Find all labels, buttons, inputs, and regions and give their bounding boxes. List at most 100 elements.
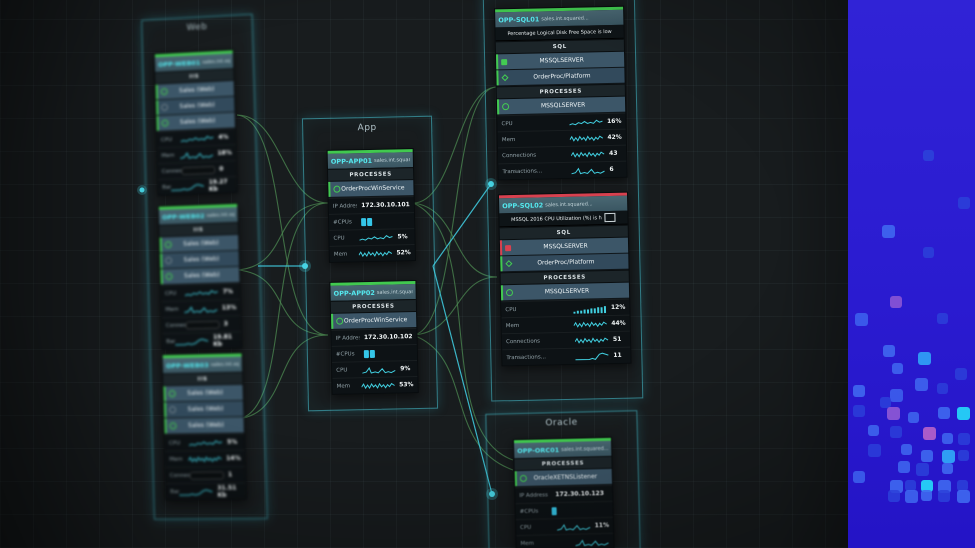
- process-row[interactable]: OrderProcWinService: [331, 312, 416, 329]
- node-domain: sales.int.squared...: [211, 361, 239, 368]
- group-app[interactable]: App OPP-APP01sales.int.squared... PROCES…: [302, 116, 438, 412]
- stat-transactions: Transactions...6: [498, 161, 626, 180]
- node-opp-sql01[interactable]: OPP-SQL01sales.int.squared... Percentage…: [494, 6, 628, 181]
- process-row[interactable]: MSSQLSERVER: [501, 283, 629, 301]
- stat-connections: Connections3: [162, 315, 241, 333]
- group-web[interactable]: Web OPP-WEB01sales.int.squared... IIS Sa…: [141, 14, 268, 520]
- decor-pixel: [868, 444, 881, 457]
- decor-pixel: [958, 433, 970, 445]
- group-app-label: App: [303, 122, 431, 135]
- node-opp-sql02[interactable]: OPP-SQL02sales.int.squared... MSSQL 2016…: [498, 192, 632, 367]
- stat-mem: Mem: [516, 533, 613, 548]
- stat-bandwidth: Bandwidth31.51 Kb: [166, 482, 246, 499]
- decor-pixel: [890, 296, 902, 308]
- sql-instance-row[interactable]: MSSQLSERVER: [500, 238, 628, 256]
- sql-platform-row[interactable]: OrderProc/Platform: [500, 254, 628, 272]
- decor-pixel: [892, 363, 903, 374]
- sparkline: [571, 165, 605, 176]
- stat-cpu: CPU5%: [165, 433, 245, 450]
- decor-pixel: [938, 407, 950, 419]
- decor-pixel: [937, 383, 948, 394]
- node-domain: sales.int.squared...: [545, 201, 593, 208]
- sparkline: [175, 336, 209, 347]
- process-row[interactable]: Sales (Web): [160, 251, 239, 268]
- node-name: OPP-WEB02: [162, 212, 205, 221]
- decor-pixel: [882, 225, 895, 238]
- sparkline: [557, 521, 591, 532]
- decor-pixel: [955, 368, 967, 380]
- sparkline: [181, 133, 215, 144]
- node-name: OPP-SQL01: [498, 15, 539, 24]
- decor-pixel: [957, 490, 970, 503]
- empty-bar: [181, 165, 215, 174]
- stat-mem: Mem53%: [332, 376, 417, 394]
- stat-mem: Mem14%: [165, 450, 245, 467]
- process-row[interactable]: Sales (Web): [160, 235, 239, 253]
- decor-pixel: [888, 490, 900, 502]
- process-row[interactable]: OrderProcWinService: [328, 180, 413, 197]
- process-row[interactable]: Sales (Web): [164, 417, 244, 433]
- node-name: OPP-WEB01: [158, 58, 200, 68]
- process-row[interactable]: OracleXETNSListener: [515, 469, 612, 486]
- decor-pixel: [890, 389, 903, 402]
- process-row[interactable]: Sales (Web): [164, 401, 244, 418]
- decor-pixel: [908, 412, 919, 423]
- stat-cpu-count: #CPUs: [332, 344, 417, 362]
- node-domain: sales.int.squared...: [541, 15, 589, 22]
- stat-ip-address: IP Address172.30.10.102: [331, 328, 416, 346]
- decor-pixel: [855, 313, 868, 326]
- sparkline: [575, 335, 609, 346]
- decor-pixel: [942, 433, 953, 444]
- decor-pixel: [923, 150, 934, 161]
- decor-pixel: [942, 450, 955, 463]
- node-domain: sales.int.squared...: [206, 212, 234, 219]
- node-opp-web03[interactable]: OPP-WEB03sales.int.squared... IIS Sales …: [162, 352, 247, 500]
- node-domain: sales.int.squared...: [561, 445, 608, 452]
- empty-bar: [186, 320, 220, 329]
- sql-platform-row[interactable]: OrderProc/Platform: [496, 68, 624, 86]
- node-opp-app01[interactable]: OPP-APP01sales.int.squared... PROCESSES …: [327, 148, 416, 263]
- cpu-count-bar: [552, 507, 557, 515]
- decor-pixel: [901, 444, 912, 455]
- cpu-count-bar: [361, 217, 372, 225]
- sparkline: [571, 149, 605, 160]
- decor-pixel: [883, 345, 895, 357]
- node-name: OPP-APP02: [334, 288, 375, 297]
- sparkline: [575, 536, 609, 547]
- group-oracle[interactable]: Oracle OPP-ORC01sales.int.squared... PRO…: [485, 410, 640, 548]
- decor-pixel-panel: [848, 0, 975, 548]
- node-opp-web01[interactable]: OPP-WEB01sales.int.squared... IIS Sales …: [154, 49, 238, 196]
- decor-pixel: [868, 425, 879, 436]
- sparkline: [573, 319, 607, 330]
- sparkline: [358, 248, 392, 259]
- node-opp-app02[interactable]: OPP-APP02sales.int.squared... PROCESSES …: [329, 280, 418, 395]
- node-name: OPP-ORC01: [517, 446, 559, 455]
- process-row[interactable]: MSSQLSERVER: [497, 97, 625, 115]
- stat-mem: Mem52%: [330, 244, 415, 262]
- sparkline: [573, 303, 607, 314]
- cpu-count-bar: [364, 349, 375, 357]
- node-opp-orc01[interactable]: OPP-ORC01sales.int.squared... PROCESSES …: [513, 437, 615, 548]
- decor-pixel: [853, 385, 865, 397]
- node-opp-web02[interactable]: OPP-WEB02sales.int.squared... IIS Sales …: [158, 203, 243, 350]
- node-domain: sales.int.squared...: [374, 157, 410, 164]
- decor-pixel: [957, 407, 970, 420]
- node-name: OPP-WEB03: [166, 361, 209, 370]
- process-row[interactable]: Sales (Web): [163, 385, 242, 402]
- decor-pixel: [918, 352, 931, 365]
- sparkline: [184, 303, 218, 314]
- sparkline: [361, 380, 395, 391]
- process-row[interactable]: Sales (Web): [160, 267, 239, 284]
- stat-cpu: CPU5%: [329, 228, 414, 246]
- sql-instance-row[interactable]: MSSQLSERVER: [496, 52, 624, 70]
- decor-pixel: [923, 247, 934, 258]
- node-name: OPP-SQL02: [502, 201, 543, 210]
- decor-pixel: [898, 461, 910, 473]
- alert-badge: [605, 213, 616, 222]
- decor-pixel: [915, 378, 928, 391]
- decor-pixel: [921, 450, 933, 462]
- stat-bandwidth: Bandwidth19.81 Kb: [162, 331, 241, 349]
- decor-pixel: [887, 407, 900, 420]
- group-sql[interactable]: OPP-SQL01sales.int.squared... Percentage…: [483, 0, 644, 402]
- sparkline: [569, 117, 603, 128]
